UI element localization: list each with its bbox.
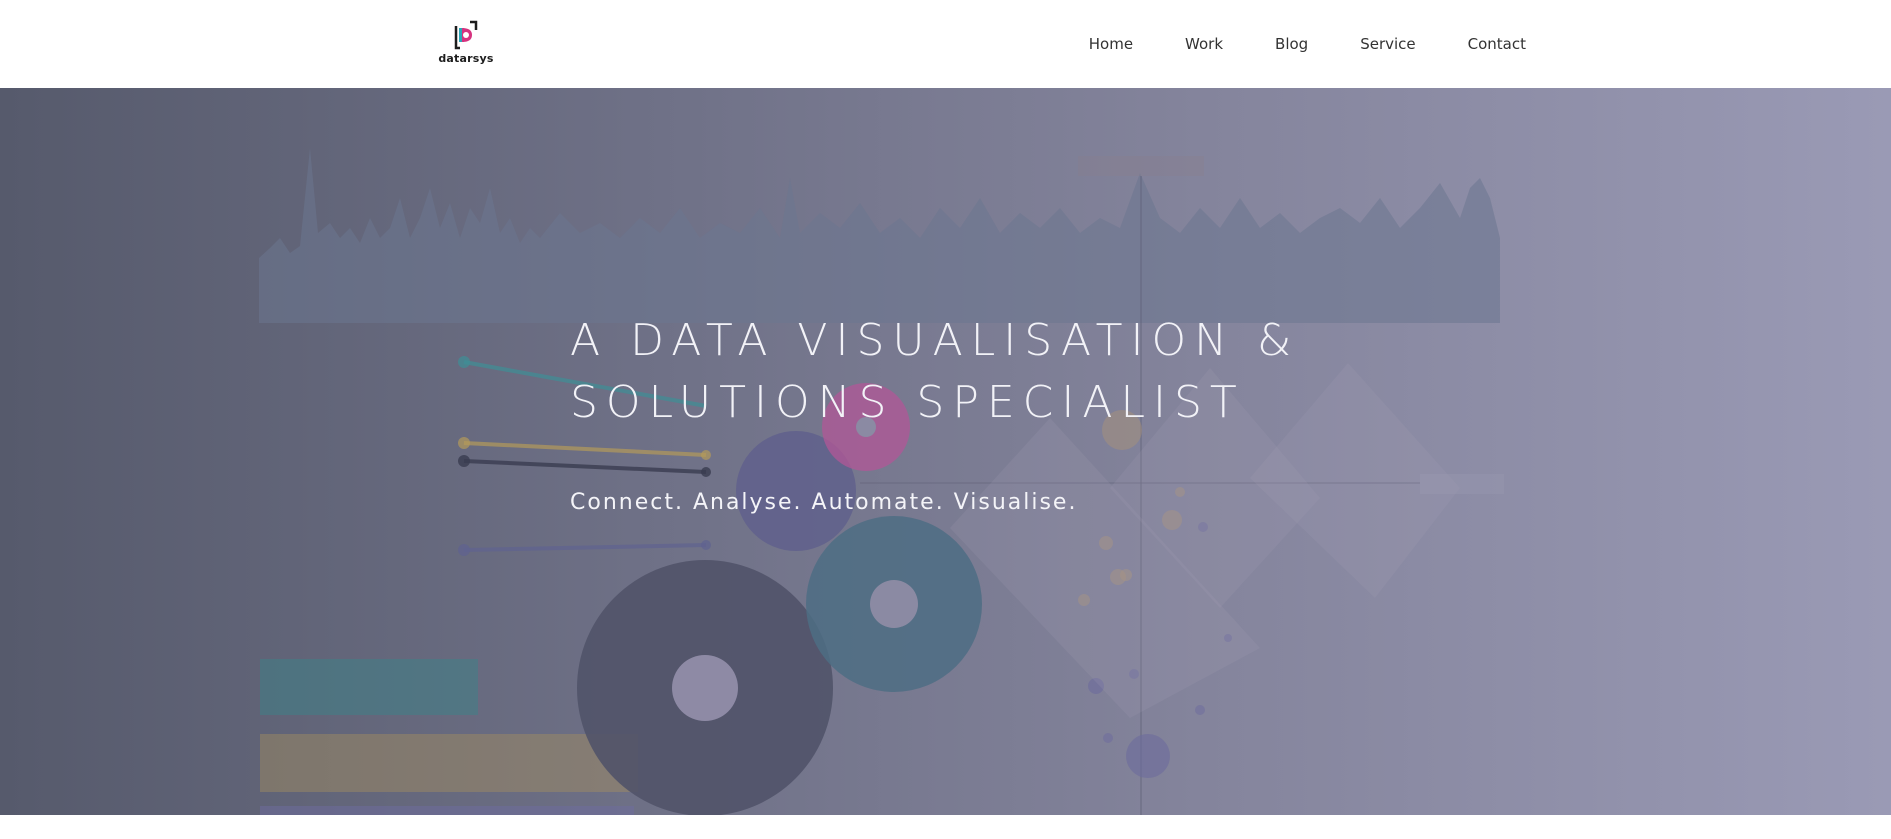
nav-home[interactable]: Home (1063, 35, 1159, 53)
hero-title-line1: A DATA VISUALISATION & (570, 315, 1300, 366)
page-bottom-strip (0, 815, 1891, 839)
background-area-chart (259, 148, 1500, 323)
nav-service[interactable]: Service (1334, 35, 1441, 53)
hero-title: A DATA VISUALISATION & SOLUTIONS SPECIAL… (570, 310, 1470, 434)
datarsys-logo-icon (454, 20, 478, 50)
data-visualisation-collage-icon (259, 148, 1504, 815)
hero-section: A DATA VISUALISATION & SOLUTIONS SPECIAL… (0, 88, 1891, 815)
nav-blog[interactable]: Blog (1249, 35, 1334, 53)
nav-contact[interactable]: Contact (1442, 35, 1526, 53)
site-header: datarsys Home Work Blog Service Contact (0, 0, 1891, 88)
logo[interactable]: datarsys (436, 18, 496, 70)
background-gears (577, 383, 982, 815)
hero-title-line2: SOLUTIONS SPECIALIST (570, 377, 1245, 428)
nav-work[interactable]: Work (1159, 35, 1249, 53)
logo-text: datarsys (438, 52, 494, 65)
main-nav: Home Work Blog Service Contact (1063, 0, 1526, 88)
hero-tagline: Connect. Analyse. Automate. Visualise. (570, 490, 1078, 515)
